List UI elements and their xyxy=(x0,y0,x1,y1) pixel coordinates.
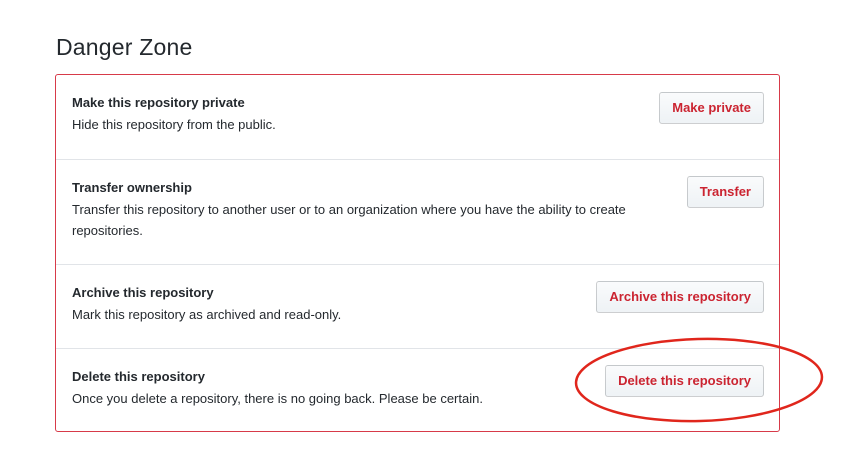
make-private-description: Hide this repository from the public. xyxy=(72,117,276,132)
delete-repository-title: Delete this repository xyxy=(72,369,205,384)
transfer-ownership-title: Transfer ownership xyxy=(72,180,192,195)
make-private-button[interactable]: Make private xyxy=(659,92,764,124)
make-private-row: Make this repository private Hide this r… xyxy=(56,75,779,159)
danger-zone-box: Make this repository private Hide this r… xyxy=(55,74,780,432)
transfer-button[interactable]: Transfer xyxy=(686,176,764,208)
archive-repository-title: Archive this repository xyxy=(72,285,214,300)
delete-repository-button[interactable]: Delete this repository xyxy=(605,365,764,397)
transfer-ownership-description: Transfer this repository to another user… xyxy=(72,202,626,238)
archive-repository-button[interactable]: Archive this repository xyxy=(596,281,764,313)
delete-repository-description: Once you delete a repository, there is n… xyxy=(72,391,483,406)
transfer-ownership-row: Transfer ownership Transfer this reposit… xyxy=(56,159,779,264)
danger-zone-heading: Danger Zone xyxy=(56,34,193,60)
archive-repository-description: Mark this repository as archived and rea… xyxy=(72,307,342,322)
archive-repository-row: Archive this repository Mark this reposi… xyxy=(56,264,779,348)
make-private-title: Make this repository private xyxy=(72,95,245,110)
delete-repository-row: Delete this repository Once you delete a… xyxy=(56,348,779,431)
